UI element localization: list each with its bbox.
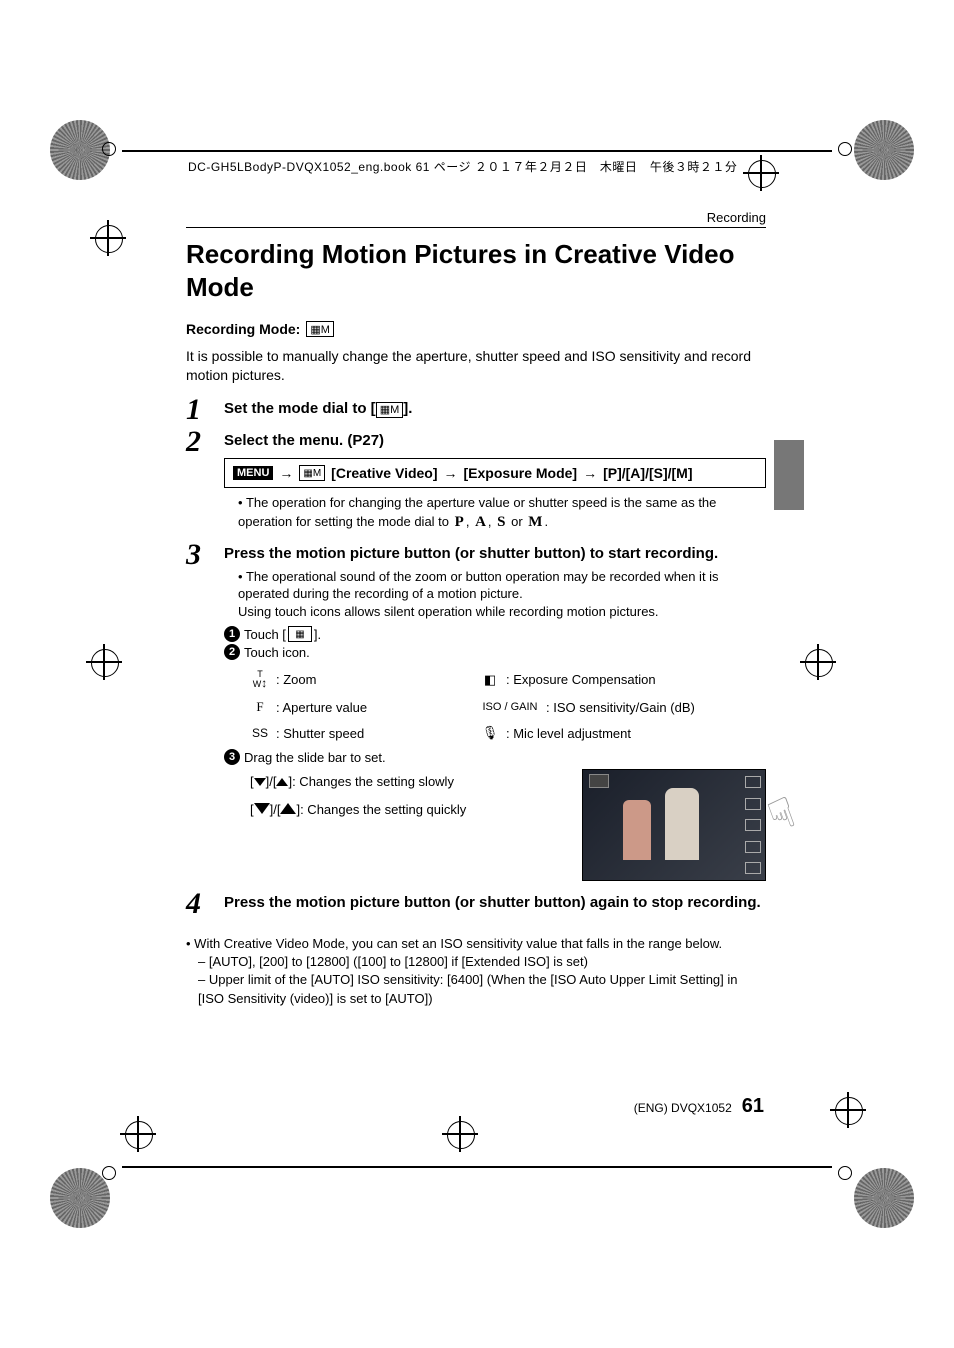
iso-gain-icon: ISO / GAIN — [480, 701, 540, 713]
book-header: DC-GH5LBodyP-DVQX1052_eng.book 61 ページ ２０… — [188, 158, 737, 175]
zoom-icon: TW↕ — [250, 670, 270, 689]
section-label: Recording — [186, 210, 766, 228]
post-bullet-dash-1: [AUTO], [200] to [12800] ([100] to [1280… — [198, 953, 766, 971]
substep-2-icon: 2 — [224, 644, 240, 660]
crosshair — [743, 155, 779, 191]
step-number-4: 4 — [186, 889, 224, 919]
creative-video-mode-icon: ▦M — [376, 402, 404, 418]
mode-a-icon: A — [475, 514, 486, 530]
crosshair — [86, 644, 122, 680]
triangle-up-large-icon — [280, 803, 296, 814]
exposure-comp-icon: ◧ — [480, 672, 500, 688]
substep-1-text-a: Touch [ — [244, 627, 286, 642]
shutter-speed-label: : Shutter speed — [276, 726, 364, 741]
post-bullet-main: With Creative Video Mode, you can set an… — [186, 935, 766, 953]
arrow-right-icon: → — [279, 465, 293, 481]
step-number-3: 3 — [186, 540, 224, 570]
crosshair — [830, 1092, 866, 1128]
crosshair — [120, 1116, 156, 1152]
step2-bullet: The operation for changing the aperture … — [238, 494, 766, 532]
example-screenshot: ☟ — [582, 769, 766, 881]
step2-head: Select the menu. (P27) — [224, 431, 766, 451]
step4-head: Press the motion picture button (or shut… — [224, 893, 766, 913]
crosshair — [90, 220, 126, 256]
triangle-down-small-icon — [254, 778, 266, 786]
step1-text-a: Set the mode dial to [ — [224, 400, 376, 417]
shutter-speed-icon: SS — [250, 726, 270, 740]
creative-video-mode-icon: ▦M — [306, 321, 334, 337]
crop-burst-br — [854, 1168, 914, 1228]
aperture-icon: F — [250, 699, 270, 715]
exposure-comp-label: : Exposure Compensation — [506, 672, 656, 687]
substep-3-text: Drag the slide bar to set. — [244, 750, 386, 765]
step-number-2: 2 — [186, 427, 224, 457]
crop-burst-tl — [50, 120, 110, 180]
substep-1-icon: 1 — [224, 626, 240, 642]
crop-burst-tr — [854, 120, 914, 180]
creative-video-mode-icon: ▦M — [299, 465, 325, 481]
crosshair — [442, 1116, 478, 1152]
iso-gain-label: : ISO sensitivity/Gain (dB) — [546, 700, 695, 715]
substep-3-icon: 3 — [224, 749, 240, 765]
step3-bullet-b: Using touch icons allows silent operatio… — [238, 604, 659, 619]
menu-item-creative-video: [Creative Video] — [331, 465, 437, 481]
menu-item-exposure-mode: [Exposure Mode] — [464, 465, 578, 481]
slide-slow-text: ]: Changes the setting slowly — [288, 774, 453, 789]
hand-pointer-icon: ☟ — [762, 787, 803, 842]
substep-1-text-b: ]. — [314, 627, 321, 642]
arrow-right-icon: → — [444, 465, 458, 481]
menu-chip-icon: MENU — [233, 466, 273, 480]
triangle-up-small-icon — [276, 778, 288, 786]
crop-line-bottom — [122, 1166, 832, 1168]
slide-fast-text: ]: Changes the setting quickly — [296, 802, 466, 817]
triangle-down-large-icon — [254, 803, 270, 814]
step3-head: Press the motion picture button (or shut… — [224, 544, 766, 564]
footer-code: (ENG) DVQX1052 — [634, 1101, 732, 1115]
aperture-label: : Aperture value — [276, 700, 367, 715]
step1-text-b: ]. — [403, 400, 412, 417]
page-title: Recording Motion Pictures in Creative Vi… — [186, 238, 766, 303]
menu-item-pasm: [P]/[A]/[S]/[M] — [603, 465, 692, 481]
page-number: 61 — [742, 1095, 764, 1118]
mic-label: : Mic level adjustment — [506, 726, 631, 741]
zoom-label: : Zoom — [276, 672, 316, 687]
step-number-1: 1 — [186, 395, 224, 425]
crop-line-top — [122, 150, 832, 153]
step3-bullet-a: The operational sound of the zoom or but… — [238, 569, 719, 602]
arrow-right-icon: → — [583, 465, 597, 481]
crosshair — [800, 644, 836, 680]
crop-burst-bl — [50, 1168, 110, 1228]
mic-icon: 🎙 — [480, 725, 500, 741]
recording-mode-label: Recording Mode: — [186, 321, 300, 337]
intro-text: It is possible to manually change the ap… — [186, 347, 766, 385]
mode-p-icon: P — [455, 514, 464, 530]
post-bullet-dash-2: Upper limit of the [AUTO] ISO sensitivit… — [198, 971, 766, 1007]
touch-tab-icon: ▦ — [288, 626, 312, 642]
mode-s-icon: S — [497, 514, 505, 530]
substep-2-text: Touch icon. — [244, 645, 310, 660]
menu-path-box: MENU → ▦M [Creative Video] → [Exposure M… — [224, 458, 766, 488]
mode-m-icon: M — [528, 514, 542, 530]
thumb-tab — [774, 440, 804, 510]
